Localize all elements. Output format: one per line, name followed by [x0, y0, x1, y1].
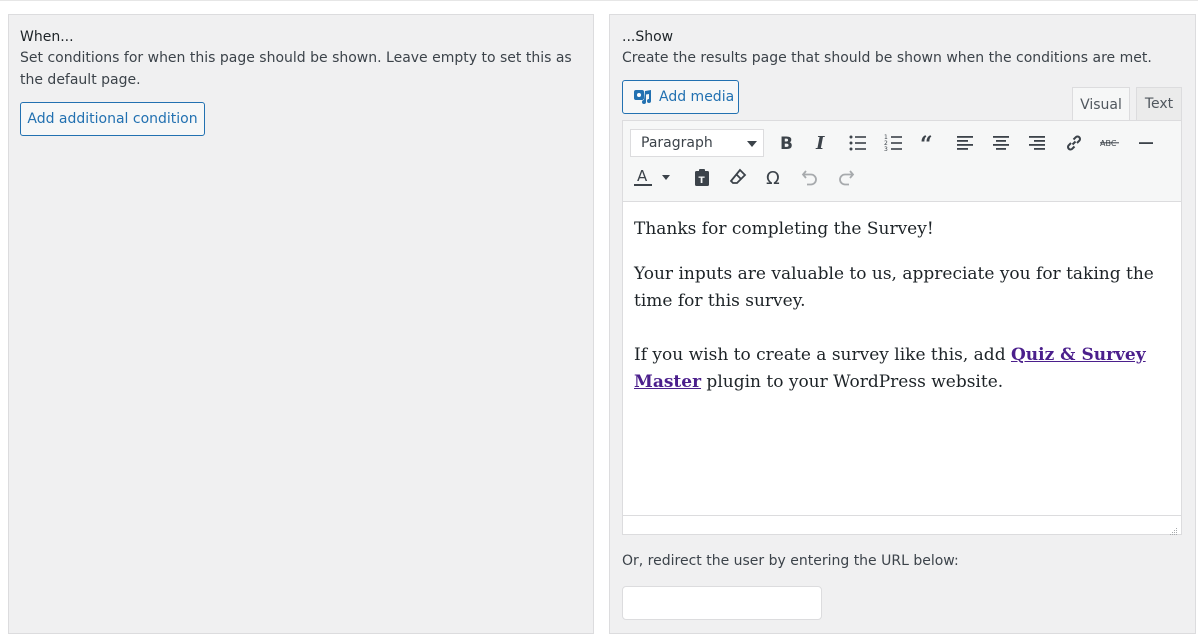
show-heading: ...Show: [622, 29, 674, 45]
clear-formatting-icon[interactable]: [724, 163, 752, 191]
when-heading: When...: [20, 29, 74, 45]
bold-icon[interactable]: B: [772, 129, 800, 157]
when-description: Set conditions for when this page should…: [20, 50, 572, 88]
svg-text:ABC: ABC: [1100, 139, 1117, 148]
svg-text:B: B: [780, 134, 793, 153]
tab-text[interactable]: Text: [1136, 87, 1182, 120]
special-character-icon[interactable]: Ω: [760, 163, 788, 191]
editor-statusbar: [623, 515, 1181, 535]
resize-handle-icon[interactable]: [1168, 521, 1178, 535]
editor-toolbar: Paragraph B I 123 “ ABC A T Ω: [623, 121, 1181, 202]
content-line-2: Your inputs are valuable to us, apprecia…: [634, 264, 1154, 311]
redo-icon[interactable]: [832, 163, 860, 191]
horizontal-line-icon[interactable]: [1132, 129, 1160, 157]
content-line-3-post: plugin to your WordPress website.: [701, 372, 1004, 392]
strikethrough-icon[interactable]: ABC: [1096, 129, 1124, 157]
align-right-icon[interactable]: [1023, 129, 1051, 157]
link-icon[interactable]: [1060, 129, 1088, 157]
svg-text:I: I: [815, 133, 825, 153]
svg-text:“: “: [920, 133, 933, 153]
add-condition-button[interactable]: Add additional condition: [20, 102, 205, 136]
chevron-down-icon: [747, 141, 757, 147]
paste-text-icon[interactable]: T: [688, 163, 716, 191]
add-media-label: Add media: [659, 89, 735, 105]
editor-content[interactable]: Thanks for completing the Survey! Your i…: [634, 216, 1164, 414]
svg-text:A: A: [637, 167, 648, 185]
align-center-icon[interactable]: [987, 129, 1015, 157]
format-select[interactable]: Paragraph: [630, 129, 764, 157]
italic-icon[interactable]: I: [807, 129, 835, 157]
format-select-value: Paragraph: [641, 135, 713, 151]
redirect-label: Or, redirect the user by entering the UR…: [622, 553, 959, 569]
svg-text:3: 3: [884, 146, 888, 153]
svg-text:Ω: Ω: [766, 168, 780, 187]
blockquote-icon[interactable]: “: [915, 129, 943, 157]
content-line-3: If you wish to create a survey like this…: [634, 342, 1164, 396]
media-icon: [633, 87, 653, 107]
top-divider: [0, 0, 1198, 1]
text-color-icon[interactable]: A: [630, 163, 678, 191]
redirect-url-input[interactable]: [622, 586, 822, 620]
content-line-3-pre: If you wish to create a survey like this…: [634, 345, 1011, 365]
rich-text-editor: Paragraph B I 123 “ ABC A T Ω Thanks for…: [622, 120, 1182, 535]
add-media-button[interactable]: Add media: [622, 80, 739, 114]
numbered-list-icon[interactable]: 123: [880, 129, 908, 157]
show-description: Create the results page that should be s…: [622, 50, 1152, 66]
undo-icon[interactable]: [796, 163, 824, 191]
align-left-icon[interactable]: [951, 129, 979, 157]
svg-text:T: T: [699, 176, 706, 186]
tab-visual[interactable]: Visual: [1072, 87, 1130, 121]
content-line-1: Thanks for completing the Survey!: [634, 219, 934, 239]
bullet-list-icon[interactable]: [844, 129, 872, 157]
